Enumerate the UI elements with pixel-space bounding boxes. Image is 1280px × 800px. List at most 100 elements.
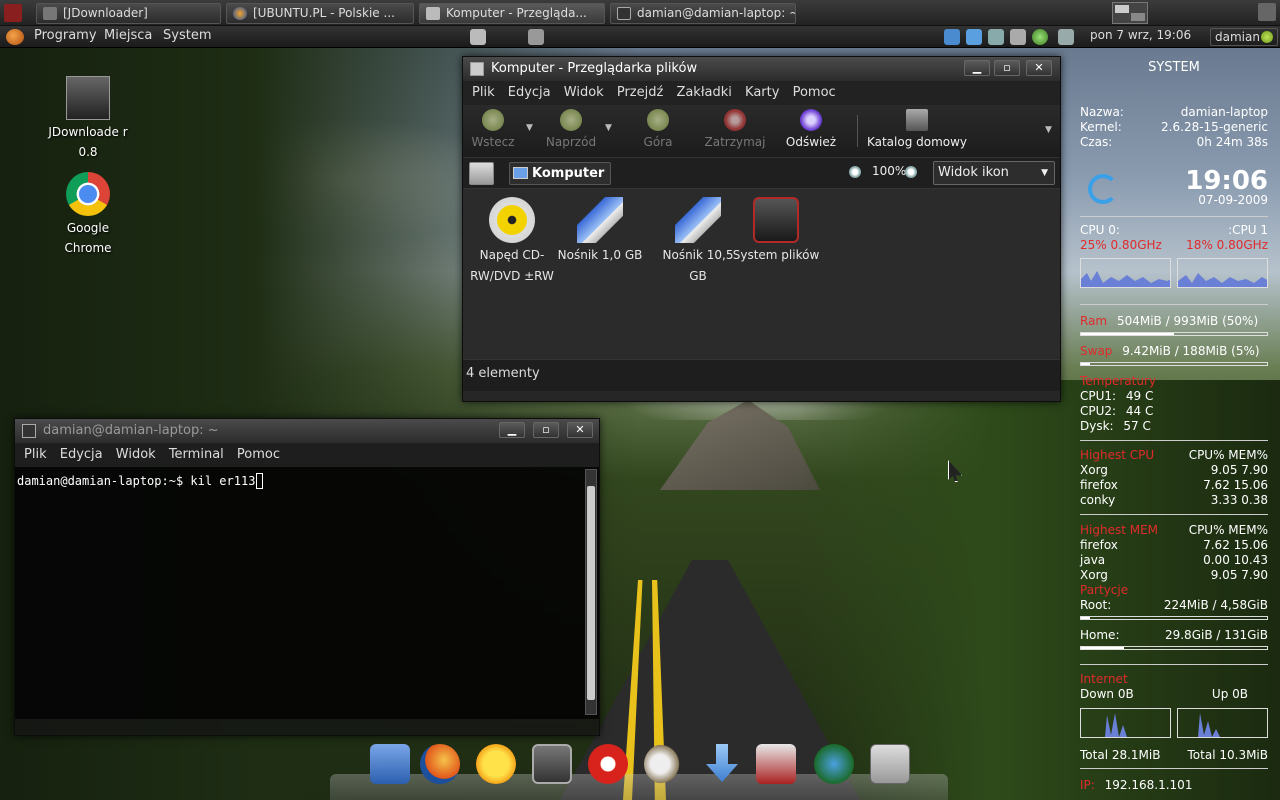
menu-bookmarks[interactable]: Zakładki [676, 85, 731, 100]
launcher-icon[interactable] [528, 29, 544, 45]
panel-clock[interactable]: pon 7 wrz, 19:06 [1090, 28, 1191, 42]
menu-edit[interactable]: Edycja [508, 85, 551, 100]
conky-top-cpu-row: firefox 7.62 15.06 [1080, 478, 1268, 492]
zoom-out-icon[interactable] [849, 166, 861, 178]
trash-icon[interactable] [1258, 3, 1276, 21]
chevron-down-icon[interactable]: ▼ [526, 123, 533, 133]
task-jdownloader[interactable]: [JDownloader] [36, 3, 221, 24]
menu-places[interactable]: Miejsca [104, 28, 152, 43]
minimize-button[interactable]: ▁ [499, 422, 525, 438]
signal-icon[interactable] [988, 29, 1004, 45]
gimp-icon[interactable] [644, 744, 684, 784]
conky-kernel-row: Kernel: 2.6.28-15-generic [1080, 120, 1268, 134]
cdrom-icon [489, 197, 535, 243]
menu-file[interactable]: Plik [472, 85, 495, 100]
terminal-icon[interactable] [532, 744, 572, 784]
firefox-icon[interactable] [420, 744, 460, 784]
conky-top-cpu-row: conky 3.33 0.38 [1080, 493, 1268, 507]
launcher-icon[interactable] [470, 29, 486, 45]
menu-view[interactable]: Widok [564, 85, 604, 100]
file-item-cdrom[interactable]: Napęd CD-RW/DVD ±RW [467, 197, 557, 287]
terminal-icon [22, 424, 36, 438]
window-titlebar[interactable]: damian@damian-laptop: ~ ▁ ▫ ✕ [15, 419, 599, 443]
task-nautilus[interactable]: Komputer - Przegląda... [419, 3, 605, 24]
kde-icon[interactable] [756, 744, 796, 784]
menu-file[interactable]: Plik [24, 447, 47, 462]
reload-button[interactable]: Odśwież [783, 109, 839, 149]
task-firefox[interactable]: [UBUNTU.PL - Polskie ... [226, 3, 414, 24]
file-item-usb-1gb[interactable]: Nośnik 1,0 GB [555, 197, 645, 266]
menu-help[interactable]: Pomoc [793, 85, 836, 100]
menu-tabs[interactable]: Karty [745, 85, 779, 100]
conky-cpu-labels: CPU 0::CPU 1 [1080, 223, 1268, 237]
desktop-icon-chrome[interactable]: Google Chrome [43, 172, 133, 258]
close-button[interactable]: ✕ [567, 422, 593, 438]
up-button[interactable]: Góra [637, 109, 679, 149]
computer-icon [513, 167, 528, 179]
file-cabinet-icon[interactable] [870, 744, 910, 784]
menu-help[interactable]: Pomoc [237, 447, 280, 462]
jdownloader-icon [43, 7, 57, 20]
mail-icon[interactable] [1010, 29, 1026, 45]
conky-temp-row: Dysk: 57 C [1080, 419, 1151, 433]
bluetooth-icon[interactable] [966, 29, 982, 45]
view-mode-select[interactable]: Widok ikon ▼ [933, 161, 1055, 185]
terminal-output[interactable]: damian@damian-laptop:~$ kil er113 [15, 467, 599, 719]
conky-top-mem-row: java 0.00 10.43 [1080, 553, 1268, 567]
harddisk-icon [753, 197, 799, 243]
file-item-usb-10gb[interactable]: Nośnik 10,5 GB [653, 197, 743, 287]
conky-net-rates: Down 0B Up 0B [1080, 687, 1248, 701]
terminal-icon [617, 7, 631, 20]
menu-view[interactable]: Widok [116, 447, 156, 462]
back-button[interactable]: Wstecz [467, 109, 519, 149]
scrollbar-thumb[interactable] [587, 486, 595, 700]
menu-terminal[interactable]: Terminal [169, 447, 224, 462]
back-arrow-icon [482, 109, 504, 131]
zoom-level[interactable]: 100% [872, 164, 906, 178]
toolbar-overflow-icon[interactable]: ▼ [1045, 125, 1052, 135]
menu-go[interactable]: Przejdź [617, 85, 663, 100]
chevron-down-icon[interactable]: ▼ [605, 123, 612, 133]
forward-arrow-icon [560, 109, 582, 131]
conky-top-cpu-row: Xorg 9.05 7.90 [1080, 463, 1268, 477]
conky-temp-header: Temperatury [1080, 374, 1156, 388]
menu-edit[interactable]: Edycja [60, 447, 103, 462]
toggle-location-entry-button[interactable] [469, 162, 494, 185]
location-bar: Komputer 100% Widok ikon ▼ [463, 157, 1060, 189]
power-icon [1261, 31, 1273, 43]
task-terminal[interactable]: damian@damian-laptop: ~ [610, 3, 796, 24]
conky-top-mem-header: Highest MEM CPU% MEM% [1080, 523, 1268, 537]
file-item-filesystem[interactable]: System plików [731, 197, 821, 266]
user-switcher[interactable]: damian [1210, 28, 1278, 46]
napi-icon[interactable] [588, 744, 628, 784]
terminal-scrollbar[interactable] [585, 469, 597, 715]
window-titlebar[interactable]: Komputer - Przeglądarka plików ▁ ▫ ✕ [463, 57, 1060, 81]
minimize-button[interactable]: ▁ [964, 60, 990, 76]
maximize-button[interactable]: ▫ [994, 60, 1020, 76]
breadcrumb-computer[interactable]: Komputer [509, 162, 612, 185]
ram-usage-bar [1080, 332, 1268, 336]
conky-temp-row: CPU1: 49 C [1080, 389, 1154, 403]
network-icon[interactable] [944, 29, 960, 45]
file-manager-icon [470, 62, 484, 76]
zoom-in-icon[interactable] [905, 166, 917, 178]
close-button[interactable]: ✕ [1026, 60, 1052, 76]
text-cursor [256, 473, 264, 489]
menu-programs[interactable]: Programy [34, 28, 97, 43]
forward-button[interactable]: Naprzód [541, 109, 601, 149]
home-button[interactable]: Katalog domowy [863, 109, 971, 149]
show-desktop-icon[interactable] [4, 4, 22, 22]
weather-icon[interactable] [476, 744, 516, 784]
divider [1080, 304, 1268, 305]
swap-usage-bar [1080, 362, 1268, 366]
maximize-button[interactable]: ▫ [533, 422, 559, 438]
messenger-icon[interactable] [1032, 29, 1048, 45]
globe-icon[interactable] [814, 744, 854, 784]
stop-button[interactable]: Zatrzymaj [699, 109, 771, 149]
ubuntu-logo-icon [6, 29, 24, 45]
battery-icon[interactable] [1058, 29, 1074, 45]
desktop-icon-jdownloader[interactable]: JDownloade r 0.8 [43, 76, 133, 162]
workspace-switcher[interactable] [1112, 2, 1148, 24]
menu-system[interactable]: System [163, 28, 211, 43]
network-icon[interactable] [370, 744, 410, 784]
